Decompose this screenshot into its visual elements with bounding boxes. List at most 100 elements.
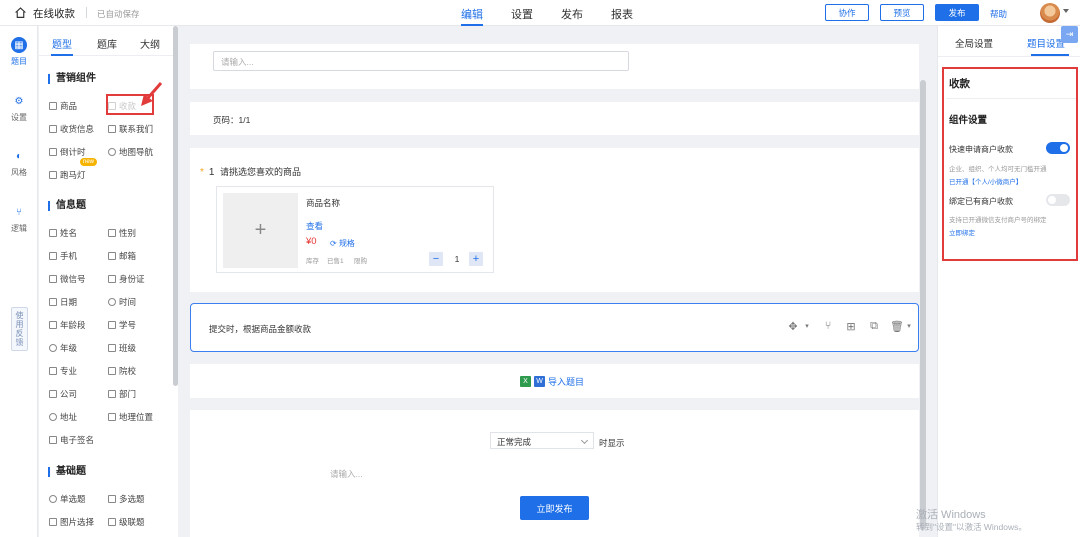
left-rail: ▦ 题目 ⚙ 设置 ◐ 风格 ⑂ 逻辑 使用反馈: [0, 26, 38, 537]
component-email[interactable]: 邮箱: [108, 250, 136, 262]
name-icon: [49, 229, 57, 237]
component-marquee[interactable]: 跑马灯: [49, 169, 86, 181]
component-school[interactable]: 院校: [108, 365, 136, 377]
sold-label: 已售1: [327, 258, 344, 265]
calendar-icon: [49, 298, 57, 306]
collab-button[interactable]: 协作: [825, 4, 869, 21]
end-page-card: 正常完成 时显示 请输入... 立即发布: [190, 410, 919, 537]
component-shipping-info[interactable]: 收货信息: [49, 123, 94, 135]
rail-item-settings[interactable]: ⚙ 设置: [0, 93, 38, 123]
component-product[interactable]: 商品: [49, 100, 77, 112]
rail-item-logic[interactable]: ⑂ 逻辑: [0, 204, 38, 234]
component-grade[interactable]: 年级: [49, 342, 77, 354]
chevron-down-icon[interactable]: ▾: [800, 319, 814, 333]
component-cascade[interactable]: 级联题: [108, 516, 145, 528]
marquee-icon: [49, 171, 57, 179]
component-name[interactable]: 姓名: [49, 227, 77, 239]
component-department[interactable]: 部门: [108, 388, 136, 400]
tab-report[interactable]: 报表: [611, 6, 633, 22]
autosave-status: 已自动保存: [97, 9, 140, 19]
component-map-nav[interactable]: 地图导航: [108, 146, 153, 158]
rail-item-label: 逻辑: [11, 224, 27, 233]
component-age-range[interactable]: 年龄段: [49, 319, 86, 331]
view-link[interactable]: 查看: [306, 220, 323, 232]
tab-question-settings[interactable]: 题目设置: [1027, 36, 1065, 50]
page-indicator: 页码：1/1: [213, 115, 251, 125]
app-title: 在线收款: [33, 8, 75, 20]
tab-question-types[interactable]: 题型: [52, 36, 72, 51]
settings-panel: 全局设置 题目设置 收款 组件设置 快速申请商户收款 企业、组织、个人均可无门槛…: [937, 26, 1080, 537]
component-single-choice[interactable]: 单选题: [49, 493, 86, 505]
collapse-panel-icon[interactable]: ⇥: [1061, 26, 1078, 43]
component-image-choice[interactable]: 图片选择: [49, 516, 94, 528]
pen-icon: [49, 436, 57, 444]
completion-select[interactable]: 正常完成: [490, 432, 594, 449]
component-multi-choice[interactable]: 多选题: [108, 493, 145, 505]
divider: [86, 7, 87, 18]
tab-global-settings[interactable]: 全局设置: [955, 36, 993, 50]
quick-apply-toggle[interactable]: [1046, 142, 1070, 154]
opened-merchant-link[interactable]: 已开通【个人/小微商户】: [949, 176, 1022, 186]
title-input[interactable]: 请输入...: [213, 51, 629, 71]
publish-now-button[interactable]: 立即发布: [520, 496, 589, 520]
clock-icon: [108, 298, 116, 306]
show-label: 时显示: [599, 438, 625, 448]
active-tab-indicator: [461, 24, 483, 26]
component-major[interactable]: 专业: [49, 365, 77, 377]
component-time[interactable]: 时间: [108, 296, 136, 308]
submit-payment-card[interactable]: 提交时，根据商品金额收款 ✥ ▾ ⑂ ⊞ ⧉ 🗑 ▾: [190, 303, 919, 352]
preview-button[interactable]: 预览: [880, 4, 924, 21]
panel-scrollbar[interactable]: [173, 26, 178, 386]
move-icon[interactable]: ✥: [786, 319, 800, 333]
bind-merchant-toggle[interactable]: [1046, 194, 1070, 206]
decrement-button[interactable]: −: [429, 252, 443, 266]
publish-button[interactable]: 发布: [935, 4, 979, 21]
student-icon: [108, 321, 116, 329]
department-icon: [108, 390, 116, 398]
chevron-down-icon[interactable]: ▾: [902, 319, 916, 333]
help-link[interactable]: 帮助: [990, 8, 1007, 20]
add-image-icon[interactable]: +: [223, 193, 298, 268]
canvas-scrollbar[interactable]: [920, 80, 926, 530]
import-questions-button[interactable]: X W 导入题目: [520, 375, 584, 388]
logic-icon[interactable]: ⑂: [821, 319, 835, 333]
tab-question-bank[interactable]: 题库: [97, 36, 117, 51]
avatar[interactable]: [1040, 3, 1060, 23]
chevron-down-icon[interactable]: [1063, 9, 1069, 13]
component-address[interactable]: 地址: [49, 411, 77, 423]
copy-icon[interactable]: ⧉: [867, 319, 881, 333]
component-e-signature[interactable]: 电子签名: [49, 434, 94, 446]
gender-icon: [108, 229, 116, 237]
location-pin-icon: [49, 413, 57, 421]
component-class[interactable]: 班级: [108, 342, 136, 354]
component-date[interactable]: 日期: [49, 296, 77, 308]
gear-icon: ⚙: [14, 95, 24, 107]
feedback-button[interactable]: 使用反馈: [11, 307, 28, 351]
rail-item-questions[interactable]: ▦ 题目: [0, 37, 38, 67]
component-phone[interactable]: 手机: [49, 250, 77, 262]
tab-settings[interactable]: 设置: [511, 6, 533, 22]
spec-link[interactable]: ⟳ 规格: [330, 238, 355, 249]
tab-outline[interactable]: 大纲: [140, 36, 160, 51]
component-student-id[interactable]: 学号: [108, 319, 136, 331]
end-message-input[interactable]: 请输入...: [330, 468, 363, 480]
tab-publish[interactable]: 发布: [561, 6, 583, 22]
tab-edit[interactable]: 编辑: [461, 6, 483, 22]
add-icon[interactable]: ⊞: [844, 319, 858, 333]
grade-icon: [49, 344, 57, 352]
component-wechat[interactable]: 微信号: [49, 273, 86, 285]
component-gender[interactable]: 性别: [108, 227, 136, 239]
cascade-icon: [108, 518, 116, 526]
rail-item-style[interactable]: ◐ 风格: [0, 148, 38, 178]
section-title-marketing: 营销组件: [48, 74, 96, 84]
bind-now-link[interactable]: 立即绑定: [949, 227, 975, 237]
component-countdown[interactable]: 倒计时: [49, 146, 86, 158]
home-icon[interactable]: [14, 6, 27, 19]
activation-watermark: 激活 Windows: [916, 509, 986, 521]
component-company[interactable]: 公司: [49, 388, 77, 400]
increment-button[interactable]: +: [469, 252, 483, 266]
component-contact-us[interactable]: 联系我们: [108, 123, 153, 135]
component-id-card[interactable]: 身份证: [108, 273, 145, 285]
component-geo-location[interactable]: 地理位置: [108, 411, 153, 423]
excel-icon: X: [520, 376, 531, 387]
